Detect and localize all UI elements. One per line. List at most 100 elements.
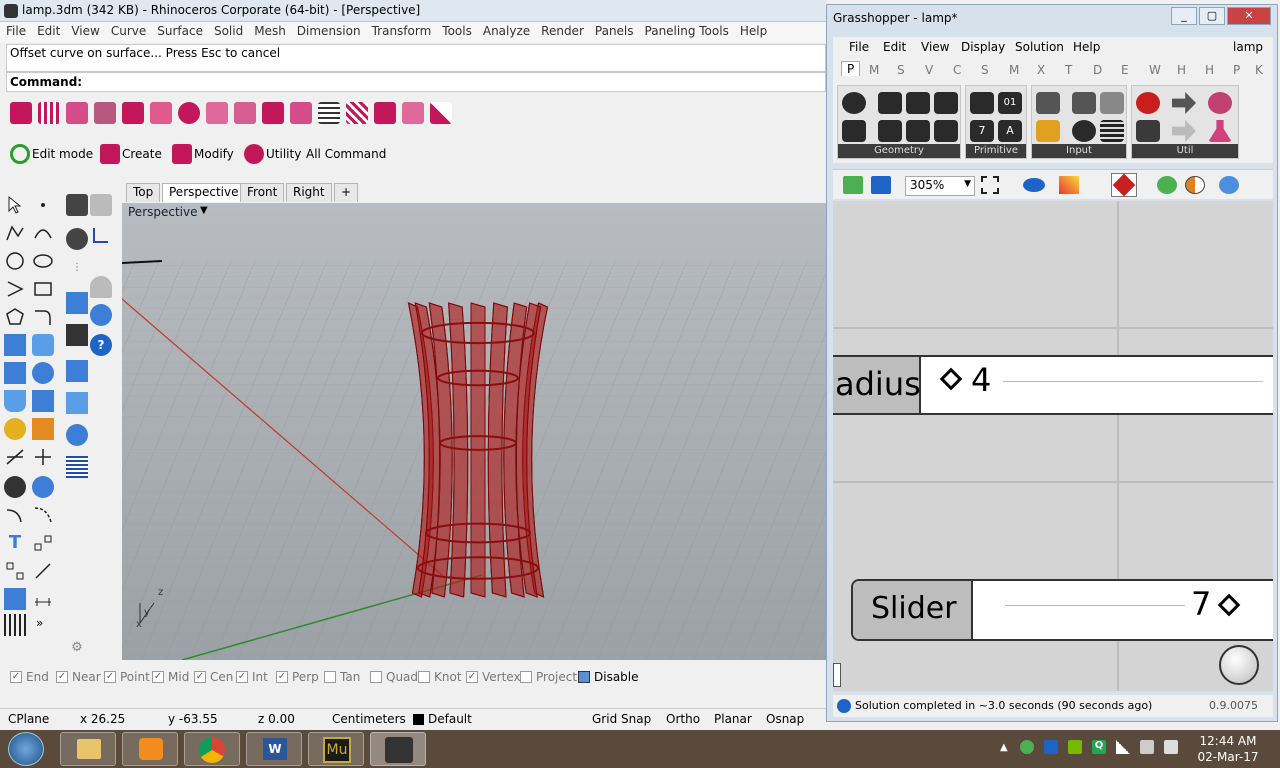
gh-canvas[interactable]: adius 4 Slider 7 bbox=[833, 201, 1273, 691]
eye-icon[interactable] bbox=[1023, 178, 1045, 192]
polygon-icon[interactable] bbox=[4, 306, 26, 328]
snap-icon[interactable] bbox=[66, 360, 88, 382]
gh-tab[interactable]: X bbox=[1037, 63, 1045, 77]
mesh-icon[interactable] bbox=[32, 390, 54, 412]
arc-icon[interactable] bbox=[4, 278, 26, 300]
trash-icon[interactable] bbox=[90, 276, 112, 298]
osnap-checkbox[interactable]: ✓ bbox=[466, 671, 478, 683]
arrow-panel-icon[interactable] bbox=[122, 102, 144, 124]
points-icon[interactable] bbox=[318, 102, 340, 124]
gh-menu-solution[interactable]: Solution bbox=[1015, 40, 1064, 54]
help-icon[interactable]: ? bbox=[90, 334, 112, 356]
curve-point-icon[interactable] bbox=[90, 224, 112, 246]
boolean-icon[interactable] bbox=[4, 418, 26, 440]
osnap-toggle-icon[interactable] bbox=[66, 194, 88, 216]
taskbar-media-player[interactable] bbox=[122, 732, 178, 766]
utility-button[interactable]: Utility bbox=[244, 144, 301, 164]
osnap-near[interactable]: ✓ Near bbox=[56, 670, 101, 684]
tray-dropbox-icon[interactable] bbox=[1044, 740, 1058, 754]
taskbar-rhino[interactable] bbox=[370, 732, 426, 766]
taskbar-chrome[interactable] bbox=[184, 732, 240, 766]
menu-view[interactable]: View bbox=[65, 22, 104, 38]
fillet-curve-icon[interactable] bbox=[32, 306, 54, 328]
text-param-icon[interactable]: A bbox=[998, 120, 1022, 142]
integer-param-icon[interactable]: 01 bbox=[998, 92, 1022, 114]
canvas-scrollbar[interactable] bbox=[833, 663, 841, 687]
group-util-label[interactable]: Util bbox=[1132, 144, 1238, 158]
morph-icon[interactable] bbox=[290, 102, 312, 124]
osnap-checkbox[interactable]: ✓ bbox=[236, 671, 248, 683]
gh-tab[interactable]: V bbox=[925, 63, 933, 77]
polyline-icon[interactable] bbox=[4, 222, 26, 244]
tray-network-icon[interactable] bbox=[1020, 740, 1034, 754]
arrow-outline-icon[interactable] bbox=[1172, 120, 1196, 142]
color-icon[interactable] bbox=[66, 228, 88, 250]
osnap-checkbox[interactable] bbox=[370, 671, 382, 683]
osnap-knot[interactable]: Knot bbox=[418, 670, 462, 684]
menu-edit[interactable]: Edit bbox=[31, 22, 65, 38]
start-button[interactable] bbox=[8, 732, 44, 766]
circle-icon[interactable] bbox=[4, 250, 26, 272]
osnap-cen[interactable]: ✓ Cen bbox=[194, 670, 233, 684]
gh-tab[interactable]: H bbox=[1177, 63, 1186, 77]
surface-icon[interactable] bbox=[4, 334, 26, 356]
viewport-menu-arrow-icon[interactable]: ▼ bbox=[200, 205, 208, 216]
taskbar-word[interactable]: W bbox=[246, 732, 302, 766]
box-grid-icon[interactable] bbox=[206, 102, 228, 124]
osnap-int[interactable]: ✓ Int bbox=[236, 670, 268, 684]
curve-param-icon[interactable] bbox=[906, 92, 930, 114]
curve-panel-icon[interactable] bbox=[94, 102, 116, 124]
tab-front[interactable]: Front bbox=[240, 183, 285, 202]
table-icon[interactable] bbox=[66, 456, 88, 478]
sphere-grid-icon[interactable] bbox=[178, 102, 200, 124]
minimize-button[interactable]: _ bbox=[1171, 7, 1197, 25]
more-tools-icon[interactable]: » bbox=[36, 616, 58, 638]
rectangle-icon[interactable] bbox=[32, 278, 54, 300]
sketch-icon[interactable] bbox=[1059, 176, 1079, 194]
modify-button[interactable]: Modify bbox=[172, 144, 234, 164]
osnap-quad[interactable]: Quad bbox=[370, 670, 418, 684]
gh-doc-name[interactable]: lamp bbox=[1233, 40, 1263, 54]
viewport-title[interactable]: Perspective bbox=[128, 205, 198, 219]
dimension-icon[interactable] bbox=[32, 532, 54, 554]
surface-param-icon[interactable] bbox=[934, 92, 958, 114]
planar-toggle[interactable]: Planar bbox=[714, 712, 752, 726]
number-param-icon[interactable]: 7 bbox=[970, 120, 994, 142]
split-icon[interactable] bbox=[32, 446, 54, 468]
menu-paneling-tools[interactable]: Paneling Tools bbox=[639, 22, 734, 38]
menu-analyze[interactable]: Analyze bbox=[477, 22, 535, 38]
sweep-icon[interactable] bbox=[150, 102, 172, 124]
tile-icon[interactable] bbox=[234, 102, 256, 124]
curve-icon[interactable] bbox=[32, 222, 54, 244]
flat-panel-icon[interactable] bbox=[402, 102, 424, 124]
cherry-icon[interactable] bbox=[1136, 92, 1160, 114]
open-file-icon[interactable] bbox=[843, 176, 863, 194]
explode-icon[interactable] bbox=[32, 418, 54, 440]
add-tab-button[interactable]: + bbox=[334, 183, 359, 202]
tab-perspective[interactable]: Perspective bbox=[162, 183, 246, 202]
osnap-vertex[interactable]: ✓ Vertex bbox=[466, 670, 521, 684]
menu-dimension[interactable]: Dimension bbox=[291, 22, 366, 38]
gh-tab[interactable]: E bbox=[1121, 63, 1129, 77]
osnap-checkbox[interactable] bbox=[324, 671, 336, 683]
layer-icon[interactable] bbox=[90, 194, 112, 216]
group-input-label[interactable]: Input bbox=[1032, 144, 1126, 158]
group-primitive-label[interactable]: Primitive bbox=[966, 144, 1026, 158]
osnap-checkbox[interactable] bbox=[418, 671, 430, 683]
taskbar-clock[interactable]: 12:44 AM 02-Mar-17 bbox=[1188, 733, 1268, 765]
cylinder-icon[interactable] bbox=[4, 390, 26, 412]
close-button[interactable]: ✕ bbox=[1227, 7, 1271, 25]
button-input-icon[interactable] bbox=[1072, 120, 1096, 142]
loft-icon[interactable] bbox=[32, 334, 54, 356]
grid-points-icon[interactable] bbox=[38, 102, 60, 124]
material-icon[interactable] bbox=[32, 476, 54, 498]
settings-gear-icon[interactable]: ⚙ bbox=[66, 640, 88, 662]
arch-icon[interactable] bbox=[66, 102, 88, 124]
gh-menu-display[interactable]: Display bbox=[961, 40, 1005, 54]
osnap-checkbox[interactable]: ✓ bbox=[104, 671, 116, 683]
menu-mesh[interactable]: Mesh bbox=[248, 22, 291, 38]
ortho-toggle[interactable]: Ortho bbox=[666, 712, 700, 726]
point-param-icon[interactable] bbox=[934, 120, 958, 142]
line-param-icon[interactable] bbox=[842, 120, 866, 142]
maximize-button[interactable]: ▢ bbox=[1199, 7, 1225, 25]
